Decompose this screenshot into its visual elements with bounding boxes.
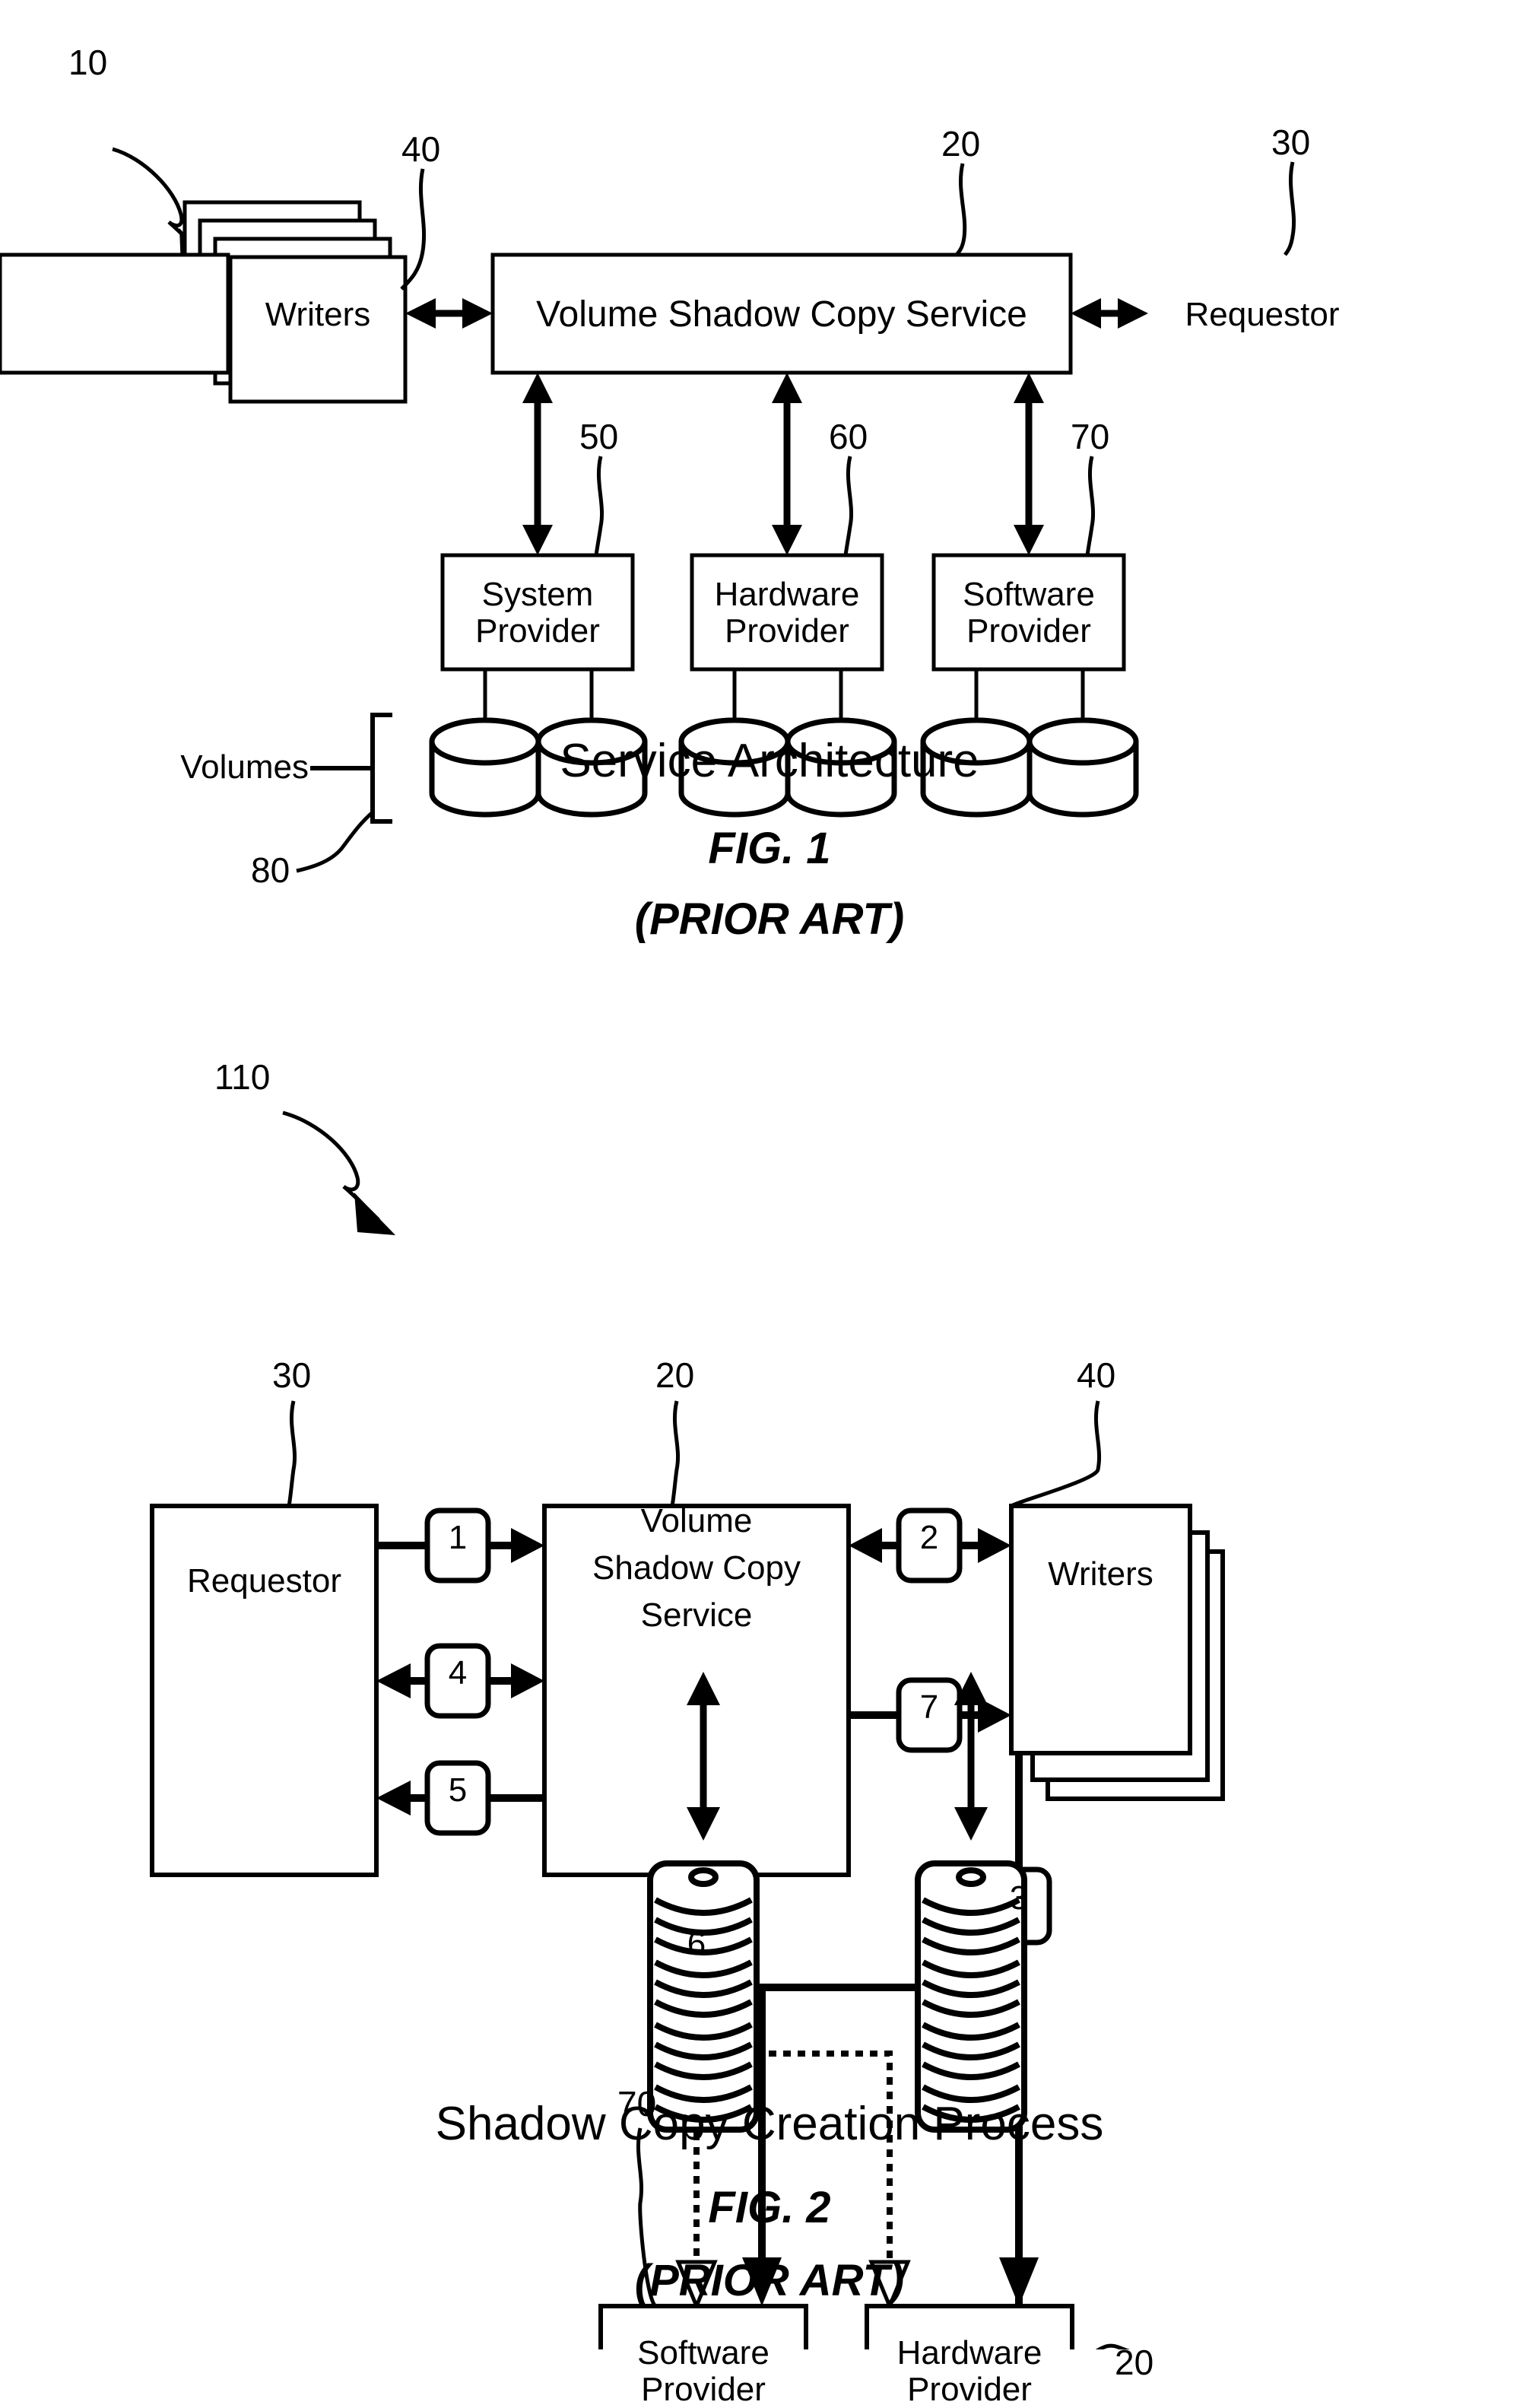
- vss-label-fig2-line1: Volume: [640, 1502, 753, 1539]
- system-provider-label-line2: Provider: [475, 612, 600, 650]
- disk-stack-software: [647, 1860, 760, 2133]
- step-number-6: 6: [687, 1925, 706, 1962]
- reference-lead-50: [594, 456, 604, 556]
- writers-label-fig2: Writers: [1048, 1555, 1153, 1593]
- software-provider-label-fig2-line1: Software: [637, 2334, 770, 2371]
- step-number-4: 4: [448, 1654, 468, 1692]
- reference-number-40-fig1: 40: [401, 129, 441, 169]
- reference-number-20-fig2: 20: [655, 1355, 695, 1395]
- hardware-provider-label-line2: Provider: [725, 612, 849, 650]
- arrow-vss-requestor-fig1: [1071, 298, 1148, 329]
- reference-number-110: 110: [214, 1057, 271, 1097]
- software-provider-label-fig2-line2: Provider: [641, 2371, 766, 2408]
- reference-lead-20-fig2: [670, 1400, 681, 1507]
- arrow-vss-software-provider-fig1: [1014, 373, 1044, 555]
- hardware-provider-label-fig2-line2: Provider: [907, 2371, 1032, 2408]
- step-number-5: 5: [448, 1771, 468, 1809]
- reference-lead-40-fig2: [1010, 1400, 1102, 1508]
- hardware-provider-label-line1: Hardware: [714, 576, 860, 613]
- patent-drawing-sheet: 10 40 20 30 50 60 70 80 Writers Volume S…: [0, 0, 1539, 2407]
- reference-lead-30-fig1: [1284, 161, 1296, 256]
- arrow-vss-system-provider-fig1: [522, 373, 553, 555]
- requestor-box-fig1: [0, 253, 230, 375]
- reference-number-40-fig2: 40: [1077, 1355, 1116, 1395]
- reference-lead-110: [282, 1110, 395, 1235]
- requestor-label-fig1: Requestor: [1185, 296, 1340, 333]
- system-provider-label-line1: System: [481, 576, 594, 613]
- software-provider-label-line2: Provider: [966, 612, 1091, 650]
- vss-label-fig2-line3: Service: [640, 1596, 753, 1634]
- hardware-provider-label-fig2-line1: Hardware: [896, 2334, 1042, 2371]
- step-number-2: 2: [919, 1519, 939, 1556]
- arrow-writers-vss-fig1: [405, 298, 493, 329]
- reference-lead-70: [1085, 456, 1096, 556]
- arrow-software-provider-disks: [687, 1672, 720, 1841]
- reference-number-30-fig2: 30: [272, 1355, 312, 1395]
- figure-1-caption: Service Architecture: [560, 735, 979, 787]
- reference-number-60: 60: [829, 417, 868, 456]
- vss-label-fig2-line2: Shadow Copy: [592, 1549, 801, 1587]
- figure-2-label: FIG. 2: [708, 2183, 831, 2232]
- writers-label-fig1: Writers: [265, 296, 371, 333]
- volume-stems-fig1: [483, 669, 1085, 726]
- step-number-3: 3: [1009, 1879, 1029, 1917]
- arrow-vss-hardware-provider-fig1: [772, 373, 802, 555]
- reference-lead-30-fig2: [287, 1400, 297, 1507]
- figure-2-prior-art: (PRIOR ART): [634, 2256, 905, 2305]
- step-number-7: 7: [919, 1688, 939, 1726]
- reference-number-10: 10: [68, 43, 108, 82]
- software-provider-label-line1: Software: [963, 576, 1095, 613]
- figure-1-label: FIG. 1: [708, 824, 831, 873]
- reference-lead-20-fig1: [955, 163, 967, 256]
- figure-2-caption: Shadow Copy Creation Process: [435, 2098, 1104, 2150]
- reference-lead-60: [843, 456, 854, 556]
- reference-number-20-fig1: 20: [941, 124, 981, 164]
- reference-number-50: 50: [579, 417, 619, 456]
- reference-number-30-fig1: 30: [1271, 122, 1311, 162]
- step-number-1: 1: [448, 1519, 468, 1556]
- requestor-label-fig2: Requestor: [186, 1562, 341, 1600]
- reference-number-70-fig1: 70: [1071, 417, 1110, 456]
- reference-number-20-hw-fig2: 20: [1115, 2343, 1154, 2382]
- figure-1-prior-art: (PRIOR ART): [634, 894, 905, 944]
- vss-label-fig1: Volume Shadow Copy Service: [536, 294, 1027, 335]
